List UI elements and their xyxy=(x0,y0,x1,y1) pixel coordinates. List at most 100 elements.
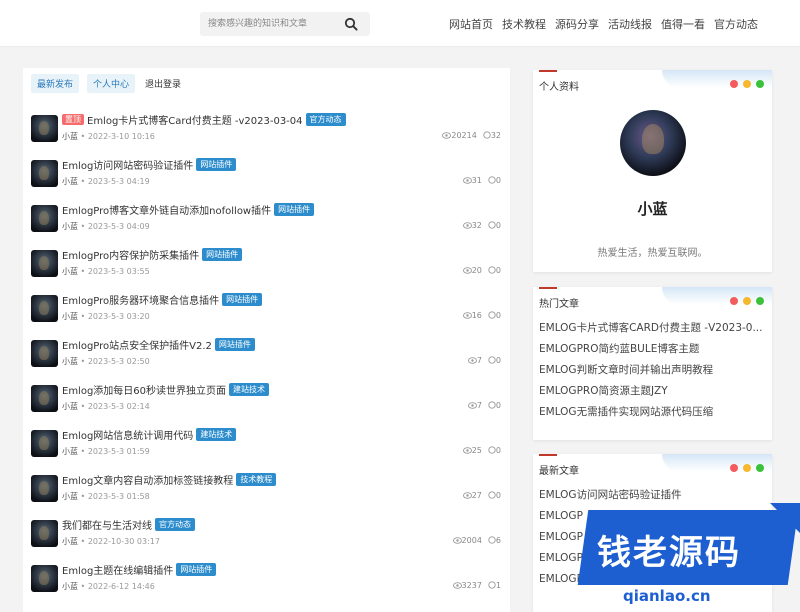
post-title[interactable]: Emlog主题在线编辑插件 网站插件 xyxy=(62,562,217,577)
post-item[interactable]: Emlog访问网站密码验证插件 网站插件 小蓝 • 2023-5-3 04:19… xyxy=(31,157,501,199)
tab-latest-post[interactable]: 最新发布 xyxy=(31,74,80,93)
post-thumbnail[interactable] xyxy=(31,475,58,502)
watermark-url: qianlao.cn xyxy=(623,587,711,605)
post-author[interactable]: 小蓝 xyxy=(62,312,78,321)
category-badge[interactable]: 技术教程 xyxy=(236,473,277,486)
hot-article-link[interactable]: EMLOG卡片式博客CARD付费主题 -V2023-0... xyxy=(539,318,764,339)
post-stats: 20 0 xyxy=(462,266,501,275)
tab-user-center[interactable]: 个人中心 xyxy=(87,74,136,93)
watermark-text: 钱老源码 xyxy=(597,533,741,573)
post-item[interactable]: EmlogPro站点安全保护插件V2.2 网站插件 小蓝 • 2023-5-3 … xyxy=(31,337,501,379)
category-badge[interactable]: 网站插件 xyxy=(274,203,315,216)
post-title[interactable]: EmlogPro服务器环境聚合信息插件 网站插件 xyxy=(62,292,263,307)
main-nav: 网站首页 技术教程 源码分享 活动线报 值得一看 官方动态 xyxy=(449,16,758,32)
view-count: 2004 xyxy=(461,536,482,545)
title-accent-bar xyxy=(539,70,557,72)
post-title-text[interactable]: EmlogPro服务器环境聚合信息插件 xyxy=(62,292,219,307)
view-count: 31 xyxy=(471,176,482,185)
hot-article-link[interactable]: EMLOG无需插件实现网站源代码压缩 xyxy=(539,402,764,423)
category-badge[interactable]: 网站插件 xyxy=(202,248,243,261)
category-badge[interactable]: 官方动态 xyxy=(305,113,346,126)
post-item[interactable]: Emlog网站信息统计调用代码 建站技术 小蓝 • 2023-5-3 01:59… xyxy=(31,427,501,469)
post-title-text[interactable]: Emlog主题在线编辑插件 xyxy=(62,562,173,577)
post-title-text[interactable]: EmlogPro站点安全保护插件V2.2 xyxy=(62,337,212,352)
nav-official-news[interactable]: 官方动态 xyxy=(714,16,758,32)
post-thumbnail[interactable] xyxy=(31,250,58,277)
nav-source-share[interactable]: 源码分享 xyxy=(555,16,599,32)
nav-activity[interactable]: 活动线报 xyxy=(608,16,652,32)
post-title-text[interactable]: Emlog网站信息统计调用代码 xyxy=(62,427,193,442)
green-dot-icon xyxy=(756,80,764,88)
post-title[interactable]: Emlog网站信息统计调用代码 建站技术 xyxy=(62,427,237,442)
category-badge[interactable]: 官方动态 xyxy=(155,518,195,531)
post-thumbnail[interactable] xyxy=(31,160,58,187)
post-author[interactable]: 小蓝 xyxy=(62,492,78,501)
post-title[interactable]: EmlogPro博客文章外链自动添加nofollow插件 网站插件 xyxy=(62,202,315,217)
post-thumbnail[interactable] xyxy=(31,295,58,322)
post-author[interactable]: 小蓝 xyxy=(62,582,78,591)
post-author[interactable]: 小蓝 xyxy=(62,357,78,366)
post-title-text[interactable]: Emlog添加每日60秒读世界独立页面 xyxy=(62,382,226,397)
post-author[interactable]: 小蓝 xyxy=(62,222,78,231)
post-thumbnail[interactable] xyxy=(31,430,58,457)
comment-icon xyxy=(488,536,496,544)
post-title-text[interactable]: Emlog卡片式博客Card付费主题 -v2023-03-04 xyxy=(87,112,303,127)
post-item[interactable]: Emlog主题在线编辑插件 网站插件 小蓝 • 2022-6-12 14:46 … xyxy=(31,562,501,604)
comment-count: 0 xyxy=(495,491,501,500)
post-thumbnail[interactable] xyxy=(31,565,58,592)
nav-worth-reading[interactable]: 值得一看 xyxy=(661,16,705,32)
post-author[interactable]: 小蓝 xyxy=(62,132,78,141)
search-input[interactable] xyxy=(208,12,338,36)
post-author[interactable]: 小蓝 xyxy=(62,537,78,546)
post-item[interactable]: Emlog添加每日60秒读世界独立页面 建站技术 小蓝 • 2023-5-3 0… xyxy=(31,382,501,424)
category-badge[interactable]: 建站技术 xyxy=(196,428,237,441)
search-icon[interactable] xyxy=(344,17,358,31)
view-count: 32 xyxy=(471,221,482,230)
category-badge[interactable]: 网站插件 xyxy=(222,293,263,306)
post-title[interactable]: Emlog文章内容自动添加标签链接教程 技术教程 xyxy=(62,472,277,487)
post-list-panel: 最新发布 个人中心 退出登录 置顶 Emlog卡片式博客Card付费主题 -v2… xyxy=(23,68,510,612)
post-title[interactable]: EmlogPro站点安全保护插件V2.2 网站插件 xyxy=(62,337,255,352)
post-thumbnail[interactable] xyxy=(31,115,58,142)
green-dot-icon xyxy=(756,464,764,472)
post-title-text[interactable]: Emlog文章内容自动添加标签链接教程 xyxy=(62,472,233,487)
post-title[interactable]: Emlog添加每日60秒读世界独立页面 建站技术 xyxy=(62,382,270,397)
post-item[interactable]: 置顶 Emlog卡片式博客Card付费主题 -v2023-03-04 官方动态 … xyxy=(31,112,501,154)
tab-logout[interactable]: 退出登录 xyxy=(143,74,183,93)
post-item[interactable]: EmlogPro博客文章外链自动添加nofollow插件 网站插件 小蓝 • 2… xyxy=(31,202,501,244)
post-thumbnail[interactable] xyxy=(31,520,58,547)
post-thumbnail[interactable] xyxy=(31,340,58,367)
post-title[interactable]: 置顶 Emlog卡片式博客Card付费主题 -v2023-03-04 官方动态 xyxy=(62,112,346,127)
post-title-text[interactable]: Emlog访问网站密码验证插件 xyxy=(62,157,193,172)
nav-home[interactable]: 网站首页 xyxy=(449,16,493,32)
post-thumbnail[interactable] xyxy=(31,385,58,412)
hot-article-link[interactable]: EMLOG判断文章时间并输出声明教程 xyxy=(539,360,764,381)
post-title[interactable]: Emlog访问网站密码验证插件 网站插件 xyxy=(62,157,237,172)
avatar[interactable] xyxy=(620,110,686,176)
post-author[interactable]: 小蓝 xyxy=(62,402,78,411)
post-title-text[interactable]: EmlogPro内容保护防采集插件 xyxy=(62,247,199,262)
comment-icon xyxy=(488,176,496,184)
post-author[interactable]: 小蓝 xyxy=(62,177,78,186)
post-title[interactable]: EmlogPro内容保护防采集插件 网站插件 xyxy=(62,247,243,262)
post-item[interactable]: Emlog文章内容自动添加标签链接教程 技术教程 小蓝 • 2023-5-3 0… xyxy=(31,472,501,514)
category-badge[interactable]: 网站插件 xyxy=(176,563,217,576)
post-title-text[interactable]: 我们都在与生活对线 xyxy=(62,517,152,532)
post-author[interactable]: 小蓝 xyxy=(62,267,78,276)
category-badge[interactable]: 网站插件 xyxy=(214,338,255,351)
post-thumbnail[interactable] xyxy=(31,205,58,232)
post-item[interactable]: EmlogPro内容保护防采集插件 网站插件 小蓝 • 2023-5-3 03:… xyxy=(31,247,501,289)
post-item[interactable]: EmlogPro服务器环境聚合信息插件 网站插件 小蓝 • 2023-5-3 0… xyxy=(31,292,501,334)
post-title[interactable]: 我们都在与生活对线 官方动态 xyxy=(62,517,195,532)
search-box[interactable] xyxy=(200,12,370,36)
post-author[interactable]: 小蓝 xyxy=(62,447,78,456)
eye-icon xyxy=(467,357,477,364)
category-badge[interactable]: 建站技术 xyxy=(229,383,270,396)
post-item[interactable]: 我们都在与生活对线 官方动态 小蓝 • 2022-10-30 03:17 200… xyxy=(31,517,501,559)
post-stats: 27 0 xyxy=(462,491,501,500)
nav-tutorials[interactable]: 技术教程 xyxy=(502,16,546,32)
hot-article-link[interactable]: EMLOGPRO简约蓝BULE博客主题 xyxy=(539,339,764,360)
post-title-text[interactable]: EmlogPro博客文章外链自动添加nofollow插件 xyxy=(62,202,271,217)
hot-article-link[interactable]: EMLOGPRO简资源主题JZY xyxy=(539,381,764,402)
category-badge[interactable]: 网站插件 xyxy=(196,158,237,171)
